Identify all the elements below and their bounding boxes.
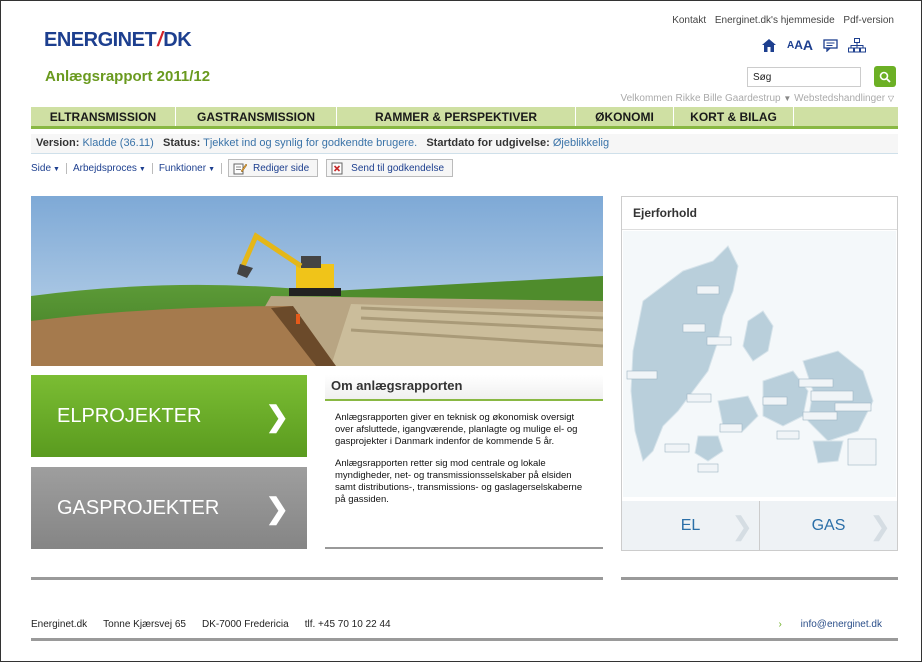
site-actions-menu[interactable]: Webstedshandlinger: [794, 93, 885, 104]
logo-slash: /: [157, 29, 163, 51]
site-actions-arrow-icon[interactable]: ▽: [888, 94, 894, 103]
tab-gas[interactable]: GAS ❯: [760, 501, 897, 550]
edit-page-button[interactable]: Rediger side: [228, 159, 319, 177]
send-for-approval-button[interactable]: Send til godkendelse: [326, 159, 454, 177]
hero-image-excavator: [31, 196, 603, 366]
edit-page-icon: [233, 163, 247, 174]
top-links: Kontakt Energinet.dk's hjemmeside Pdf-ve…: [666, 15, 894, 26]
search-input[interactable]: [747, 67, 861, 87]
edit-ribbon: Side ▼ Arbejdsproces ▼ Funktioner ▼ Rediger…: [31, 158, 461, 178]
energinet-logo[interactable]: ENERGINET/DK: [44, 29, 192, 52]
functions-menu[interactable]: Funktioner ▼: [159, 162, 222, 174]
gasprojekter-label: GASPROJEKTER: [57, 496, 220, 519]
start-date-label: Startdato for udgivelse:: [426, 137, 550, 149]
welcome-bar: Velkommen Rikke Bille Gaardestrup ▼ Webs…: [621, 93, 895, 104]
page-frame: ENERGINET/DK Anlægsrapport 2011/12 Konta…: [0, 0, 922, 662]
footer-phone: tlf. +45 70 10 22 44: [304, 619, 391, 630]
tool-icons: AAA: [761, 37, 867, 53]
page-status-bar: Version: Kladde (36.11) Status: Tjekket …: [31, 134, 898, 154]
chevron-right-icon: ❯: [265, 400, 289, 432]
workflow-menu[interactable]: Arbejdsproces ▼: [73, 162, 153, 174]
nav-gastransmission[interactable]: GASTRANSMISSION: [176, 107, 337, 126]
status-label: Status:: [163, 137, 201, 149]
text-size-icon[interactable]: AAA: [787, 37, 813, 53]
start-date-value: Øjeblikkelig: [552, 137, 610, 149]
main-nav: ELTRANSMISSION GASTRANSMISSION RAMMER & …: [31, 107, 898, 129]
report-title: Anlægsrapport 2011/12: [45, 68, 211, 85]
search-button[interactable]: [874, 66, 896, 87]
homepage-link[interactable]: Energinet.dk's hjemmeside: [715, 15, 835, 26]
comment-icon[interactable]: [823, 38, 838, 52]
pdf-link[interactable]: Pdf-version: [843, 15, 894, 26]
contact-link[interactable]: Kontakt: [672, 15, 706, 26]
footer-email-link[interactable]: › info@energinet.dk: [779, 619, 898, 638]
elprojekter-label: ELPROJEKTER: [57, 404, 202, 427]
tab-el[interactable]: EL ❯: [622, 501, 760, 550]
nav-okonomi[interactable]: ØKONOMI: [576, 107, 674, 126]
denmark-map[interactable]: [623, 231, 896, 497]
sitemap-icon[interactable]: [848, 37, 867, 53]
footer-street: Tonne Kjærsvej 65: [103, 619, 186, 630]
arrow-right-icon: ›: [778, 619, 782, 630]
elprojekter-button[interactable]: ELPROJEKTER ❯: [31, 375, 307, 457]
footer: Energinet.dk Tonne Kjærsvej 65 DK-7000 F…: [31, 619, 898, 641]
user-menu-arrow-icon[interactable]: ▼: [783, 94, 791, 103]
home-icon[interactable]: [761, 38, 777, 53]
version-value[interactable]: Kladde (36.11): [82, 137, 153, 149]
chevron-right-icon: ❯: [265, 492, 289, 524]
status-value: Tjekket ind og synlig for godkendte brug…: [203, 137, 418, 149]
send-approval-icon: [331, 162, 343, 174]
about-section: Om anlægsrapporten Anlægsrapporten giver…: [325, 375, 603, 506]
about-divider: [325, 547, 603, 549]
version-label: Version:: [36, 137, 80, 149]
ownership-tabs: EL ❯ GAS ❯: [622, 501, 897, 550]
ownership-title: Ejerforhold: [622, 197, 897, 230]
logo-text-left: ENERGINET: [44, 29, 157, 51]
footer-company: Energinet.dk: [31, 619, 88, 630]
content-divider-left: [31, 577, 603, 580]
nav-kort-bilag[interactable]: KORT & BILAG: [674, 107, 794, 126]
footer-city: DK-7000 Fredericia: [201, 619, 289, 630]
gasprojekter-button[interactable]: GASPROJEKTER ❯: [31, 467, 307, 549]
nav-eltransmission[interactable]: ELTRANSMISSION: [31, 107, 176, 126]
welcome-user[interactable]: Velkommen Rikke Bille Gaardestrup: [621, 93, 781, 104]
nav-rammer-perspektiver[interactable]: RAMMER & PERSPEKTIVER: [337, 107, 576, 126]
about-title: Om anlægsrapporten: [325, 375, 603, 401]
about-paragraph-1: Anlægsrapporten giver en teknisk og økon…: [335, 412, 578, 447]
content-divider-right: [621, 577, 898, 580]
logo-text-right: DK: [163, 29, 192, 51]
about-paragraph-2: Anlægsrapporten retter sig mod centrale …: [335, 458, 583, 505]
chevron-right-icon: ❯: [869, 511, 891, 541]
side-menu[interactable]: Side ▼: [31, 162, 67, 174]
search-icon: [879, 71, 891, 83]
ownership-panel: Ejerforhold EL ❯ GAS ❯: [621, 196, 898, 551]
chevron-right-icon: ❯: [731, 511, 753, 541]
